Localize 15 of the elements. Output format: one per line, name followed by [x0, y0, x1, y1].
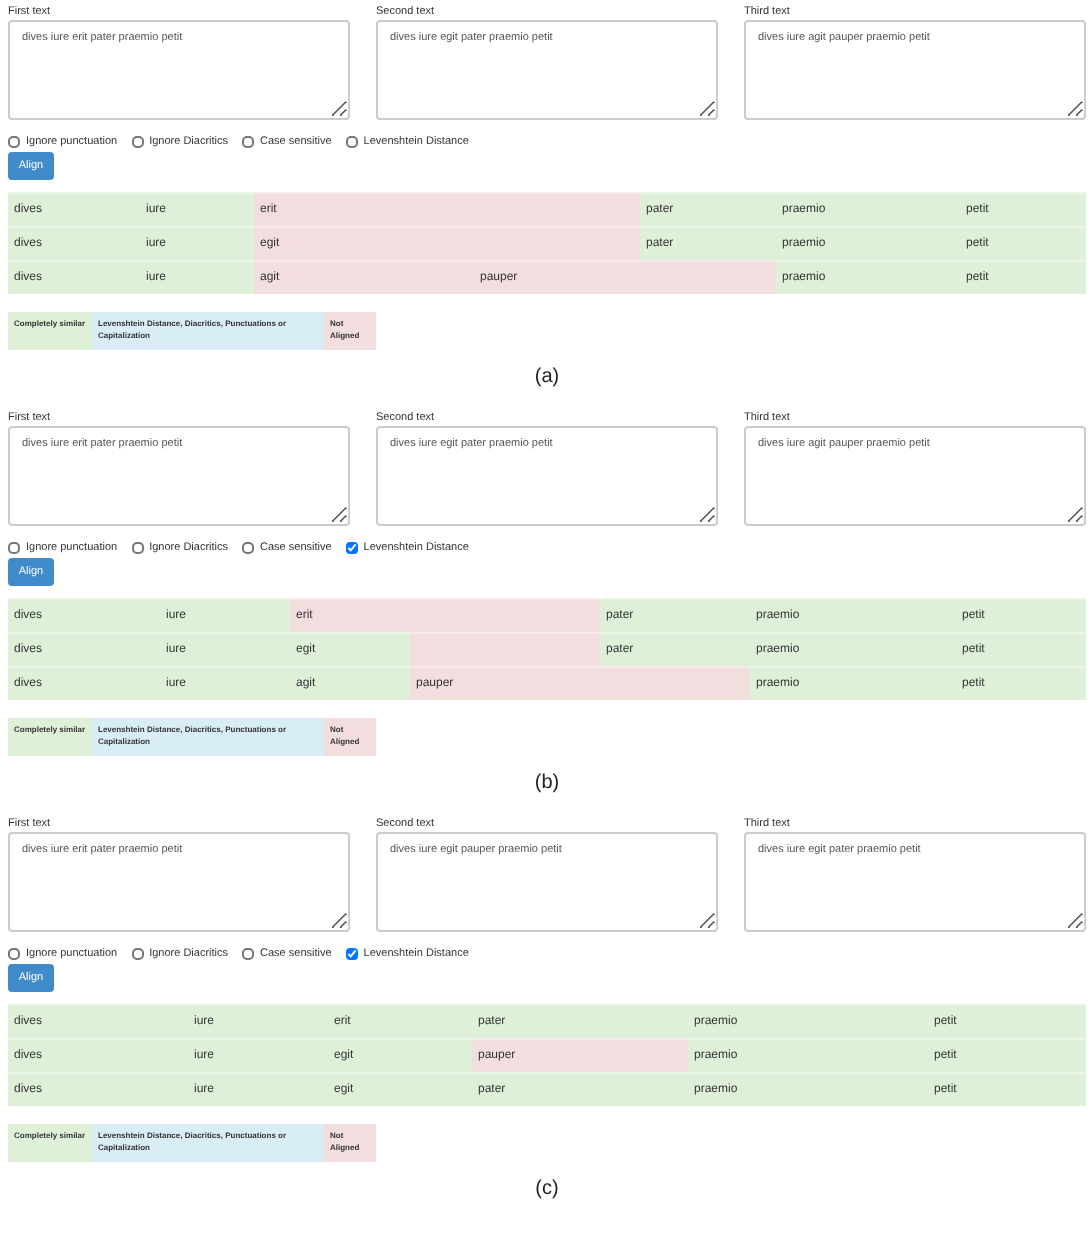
- checkbox[interactable]: [131, 541, 144, 553]
- checkbox[interactable]: [131, 947, 144, 959]
- checkbox[interactable]: [8, 135, 20, 147]
- checkbox[interactable]: [242, 135, 255, 147]
- checkbox[interactable]: [345, 947, 358, 959]
- checkbox[interactable]: [242, 541, 255, 553]
- checkbox[interactable]: [345, 135, 358, 147]
- checkbox[interactable]: [345, 541, 358, 553]
- checkbox[interactable]: [8, 541, 20, 553]
- checkbox[interactable]: [131, 135, 144, 147]
- figure-caption: (c): [535, 1178, 559, 1202]
- figure-caption: (a): [534, 366, 560, 390]
- checkbox[interactable]: [8, 947, 20, 959]
- checkbox[interactable]: [242, 947, 255, 959]
- figure-caption: (b): [534, 772, 560, 796]
